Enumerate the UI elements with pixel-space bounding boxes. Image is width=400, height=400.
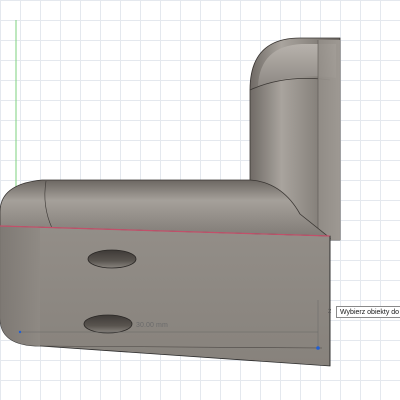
lower-hole[interactable] <box>83 314 133 334</box>
sketch-point[interactable] <box>316 346 320 350</box>
select-objects-tooltip: Wybierz obiekty do po <box>336 306 400 318</box>
sketch-point[interactable] <box>18 330 22 334</box>
3d-viewport[interactable]: 30.00 mm 2 Wybierz obiekty do po <box>0 0 400 400</box>
dimension-label[interactable]: 30.00 mm <box>136 322 168 329</box>
upper-hole[interactable] <box>87 249 137 269</box>
handle-number: 2 <box>328 309 332 315</box>
front-face[interactable] <box>0 225 331 367</box>
model-scene[interactable] <box>0 0 400 400</box>
